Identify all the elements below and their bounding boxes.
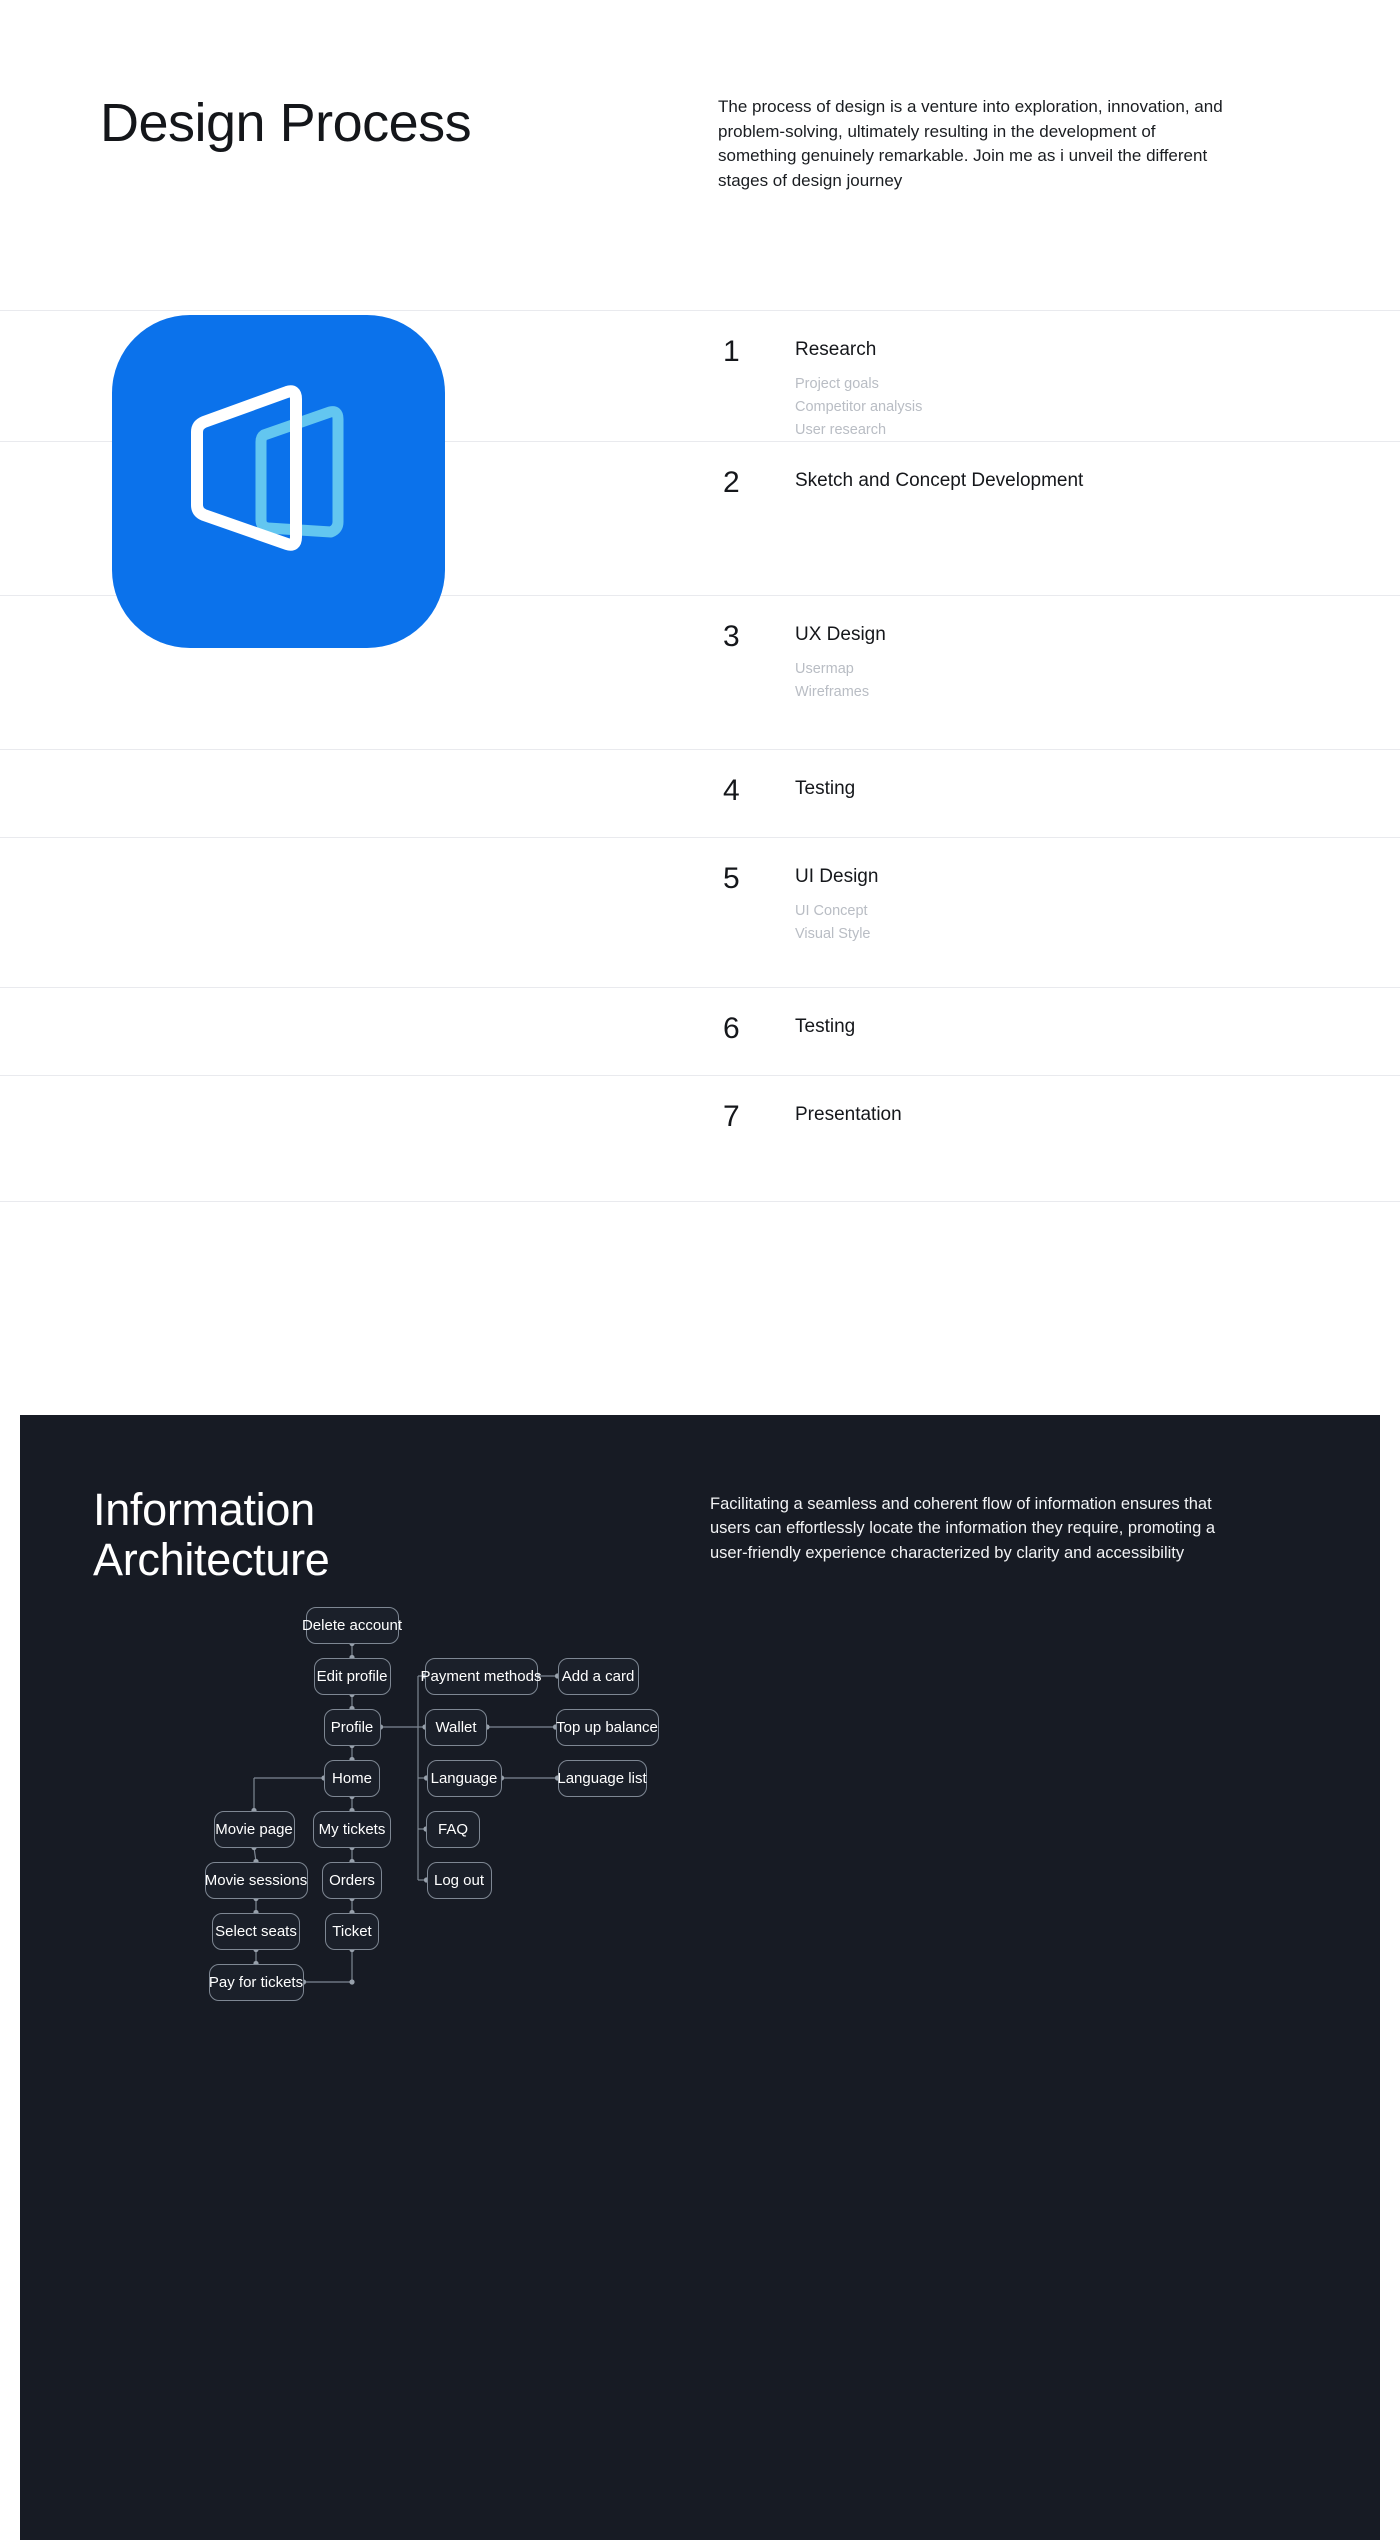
step-number: 5 bbox=[723, 862, 740, 895]
ia-node-select-seats[interactable]: Select seats bbox=[212, 1912, 300, 1950]
step-number: 4 bbox=[723, 774, 740, 807]
hero-description: The process of design is a venture into … bbox=[718, 97, 1223, 190]
step-body: Presentation bbox=[795, 1102, 1245, 1128]
ia-node-language[interactable]: Language bbox=[426, 1759, 502, 1797]
ia-node-pay-for-tickets[interactable]: Pay for tickets bbox=[208, 1963, 304, 2001]
ia-node-top-up-balance[interactable]: Top up balance bbox=[555, 1708, 659, 1746]
step-sub-list: Project goals Competitor analysis User res… bbox=[795, 373, 1245, 443]
ia-node-label: Profile bbox=[330, 1718, 374, 1736]
step-sub-item: Visual Style bbox=[795, 925, 871, 942]
step-row: 6 Testing bbox=[0, 988, 1400, 1076]
ia-node-label: Edit profile bbox=[316, 1667, 388, 1685]
step-body: Testing bbox=[795, 776, 1245, 802]
step-title: Testing bbox=[795, 1016, 856, 1037]
step-sub-item: Wireframes bbox=[795, 683, 870, 700]
step-title: Testing bbox=[795, 778, 856, 799]
ia-node-label: Language bbox=[430, 1769, 498, 1787]
app-icon-glyph bbox=[191, 385, 344, 551]
step-sub-list: Usermap Wireframes bbox=[795, 658, 1245, 704]
step-title: UI Design bbox=[795, 866, 879, 887]
ia-node-log-out[interactable]: Log out bbox=[426, 1861, 492, 1899]
step-body: Sketch and Concept Development bbox=[795, 468, 1245, 494]
step-row: 4 Testing bbox=[0, 750, 1400, 838]
ia-node-orders[interactable]: Orders bbox=[322, 1861, 382, 1899]
step-body: Research Project goals Competitor analysis… bbox=[795, 337, 1245, 442]
step-number: 7 bbox=[723, 1100, 740, 1133]
information-architecture-section: Information Architecture Facilitating a … bbox=[20, 1415, 1380, 2540]
step-sub-item: Project goals bbox=[795, 375, 879, 392]
ia-node-delete-account[interactable]: Delete account bbox=[302, 1606, 402, 1644]
step-body: UX Design Usermap Wireframes bbox=[795, 622, 1245, 704]
step-title: Research bbox=[795, 339, 877, 360]
step-sub-item: Usermap bbox=[795, 660, 854, 677]
ia-node-profile[interactable]: Profile bbox=[323, 1708, 381, 1746]
ia-node-label: Ticket bbox=[332, 1922, 372, 1940]
ia-node-movie-page[interactable]: Movie page bbox=[213, 1810, 295, 1848]
ia-node-label: Payment methods bbox=[420, 1667, 542, 1685]
ia-node-wallet[interactable]: Wallet bbox=[425, 1708, 487, 1746]
ia-node-label: Top up balance bbox=[556, 1718, 658, 1736]
ia-node-label: Movie page bbox=[215, 1820, 293, 1838]
app-icon bbox=[112, 315, 445, 648]
step-number: 3 bbox=[723, 620, 740, 653]
ia-node-edit-profile[interactable]: Edit profile bbox=[313, 1657, 391, 1695]
page-title: Design Process bbox=[100, 93, 472, 153]
hero-section: Design Process The process of design is … bbox=[0, 0, 1400, 310]
step-title: Presentation bbox=[795, 1104, 902, 1125]
step-number: 1 bbox=[723, 335, 740, 368]
ia-node-payment-methods[interactable]: Payment methods bbox=[421, 1657, 541, 1695]
step-sub-item: Competitor analysis bbox=[795, 398, 923, 415]
ia-node-label: My tickets bbox=[318, 1820, 386, 1838]
ia-node-label: Wallet bbox=[435, 1718, 477, 1736]
ia-node-label: Pay for tickets bbox=[208, 1973, 304, 1991]
ia-node-faq[interactable]: FAQ bbox=[426, 1810, 480, 1848]
ia-node-my-tickets[interactable]: My tickets bbox=[313, 1810, 391, 1848]
ia-node-movie-sessions[interactable]: Movie sessions bbox=[204, 1861, 308, 1899]
ia-node-label: Select seats bbox=[215, 1922, 297, 1940]
step-number: 6 bbox=[723, 1012, 740, 1045]
ia-node-label: Delete account bbox=[301, 1616, 403, 1634]
step-title: UX Design bbox=[795, 624, 886, 645]
step-number: 2 bbox=[723, 466, 740, 499]
step-row: 5 UI Design UI Concept Visual Style bbox=[0, 838, 1400, 988]
step-row: 7 Presentation bbox=[0, 1076, 1400, 1202]
ia-node-label: Home bbox=[332, 1769, 373, 1787]
ia-node-label: Add a card bbox=[561, 1667, 635, 1685]
ia-node-label: Log out bbox=[433, 1871, 485, 1889]
ia-node-ticket[interactable]: Ticket bbox=[325, 1912, 379, 1950]
step-sub-list: UI Concept Visual Style bbox=[795, 900, 1245, 946]
ia-node-add-a-card[interactable]: Add a card bbox=[557, 1657, 639, 1695]
ia-node-label: Language list bbox=[557, 1769, 647, 1787]
step-body: UI Design UI Concept Visual Style bbox=[795, 864, 1245, 946]
ia-node-home[interactable]: Home bbox=[324, 1759, 380, 1797]
step-body: Testing bbox=[795, 1014, 1245, 1040]
step-sub-item: User research bbox=[795, 422, 887, 439]
front-panel bbox=[191, 385, 302, 551]
ia-diagram: Delete account Edit profile Profile Home Mov… bbox=[20, 1415, 1380, 2540]
ia-node-label: FAQ bbox=[438, 1820, 469, 1838]
ia-node-language-list[interactable]: Language list bbox=[557, 1759, 647, 1797]
design-process-page: Design Process The process of design is … bbox=[0, 0, 1400, 2540]
ia-node-label: Movie sessions bbox=[204, 1871, 308, 1889]
step-sub-item: UI Concept bbox=[795, 902, 868, 919]
ia-node-label: Orders bbox=[329, 1871, 375, 1889]
step-title: Sketch and Concept Development bbox=[795, 470, 1084, 491]
